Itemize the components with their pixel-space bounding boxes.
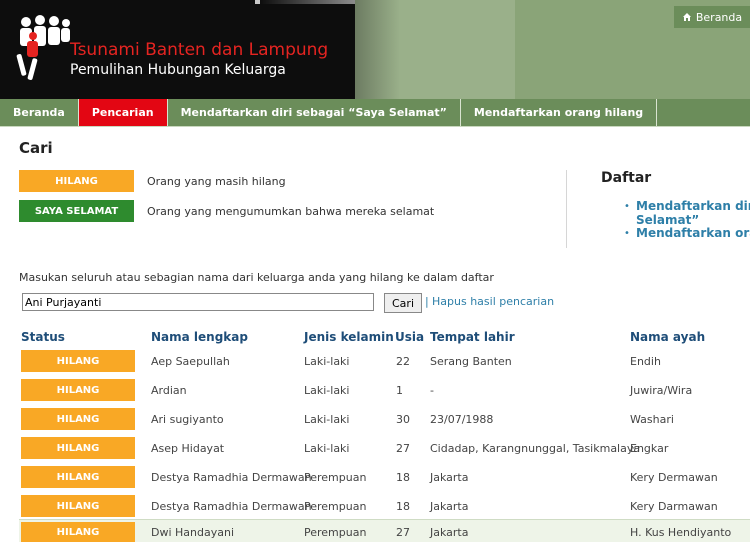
cell-name[interactable]: Dwi Handayani [151, 526, 234, 539]
site-header: Tsunami Banten dan Lampung Pemulihan Hub… [0, 0, 750, 99]
register-safe-link-line1: Mendaftarkan diri [636, 199, 750, 213]
cell-birthplace: Jakarta [430, 500, 469, 513]
site-title: Tsunami Banten dan Lampung [70, 40, 329, 60]
family-logo-icon [16, 15, 70, 80]
vertical-divider [566, 170, 567, 248]
column-header-status: Status [21, 330, 65, 344]
column-header-birthplace: Tempat lahir [430, 330, 515, 344]
home-icon [682, 13, 691, 21]
cell-gender: Laki-laki [304, 355, 350, 368]
nav-item-register-safe[interactable]: Mendaftarkan diri sebagai “Saya Selamat” [168, 99, 461, 126]
cell-name[interactable]: Asep Hidayat [151, 442, 224, 455]
cell-birthplace: Jakarta [430, 471, 469, 484]
nav-item-pencarian[interactable]: Pencarian [78, 99, 168, 126]
cell-birthplace: - [430, 384, 434, 397]
register-safe-link-line2: Selamat” [636, 213, 700, 227]
cell-age: 1 [396, 384, 403, 397]
cell-gender: Laki-laki [304, 413, 350, 426]
status-badge: HILANG [21, 350, 135, 372]
search-label: Masukan seluruh atau sebagian nama dari … [19, 271, 494, 284]
cell-age: 18 [396, 471, 410, 484]
table-row[interactable]: HILANG Aep Saepullah Laki-laki 22 Serang… [19, 348, 750, 376]
status-badge: HILANG [21, 437, 135, 459]
cell-gender: Perempuan [304, 526, 367, 539]
table-row[interactable]: HILANG Ardian Laki-laki 1 - Juwira/Wira [19, 377, 750, 405]
cell-name[interactable]: Ari sugiyanto [151, 413, 224, 426]
page-title: Cari [19, 139, 53, 157]
cell-father: Kery Darmawan [630, 500, 718, 513]
nav-item-register-missing[interactable]: Mendaftarkan orang hilang [461, 99, 658, 126]
cell-birthplace: Serang Banten [430, 355, 512, 368]
bullet-icon: • [624, 228, 630, 239]
cell-gender: Laki-laki [304, 384, 350, 397]
legend-hilang: HILANG Orang yang masih hilang [19, 170, 286, 192]
column-header-father: Nama ayah [630, 330, 706, 344]
cell-father: Kery Dermawan [630, 471, 718, 484]
cell-father: Juwira/Wira [630, 384, 693, 397]
search-input[interactable] [22, 293, 374, 311]
cell-age: 22 [396, 355, 410, 368]
column-header-age: Usia [395, 330, 425, 344]
home-link-top[interactable]: Beranda [674, 6, 750, 28]
table-row[interactable]: HILANG Destya Ramadhia Dermawan Perempua… [19, 464, 750, 492]
table-row[interactable]: HILANG Destya Ramadhia Dermawan Perempua… [19, 493, 750, 521]
cell-name[interactable]: Destya Ramadhia Dermawan [151, 500, 312, 513]
separator: | [425, 295, 429, 308]
cell-name[interactable]: Ardian [151, 384, 187, 397]
cell-birthplace: 23/07/1988 [430, 413, 494, 426]
clear-results-link[interactable]: Hapus hasil pencarian [432, 295, 554, 308]
search-button[interactable]: Cari [384, 293, 422, 313]
cell-father: Engkar [630, 442, 669, 455]
register-missing-link[interactable]: Mendaftarkan oran [636, 226, 750, 240]
cell-gender: Laki-laki [304, 442, 350, 455]
selamat-badge: SAYA SELAMAT [19, 200, 134, 222]
home-link-label: Beranda [695, 10, 743, 24]
register-safe-link[interactable]: Mendaftarkan diri Selamat” [636, 199, 750, 227]
nav-item-beranda[interactable]: Beranda [0, 99, 79, 126]
legend-description: Orang yang masih hilang [147, 174, 286, 188]
cell-gender: Perempuan [304, 500, 367, 513]
cell-age: 18 [396, 500, 410, 513]
cell-gender: Perempuan [304, 471, 367, 484]
cell-father: H. Kus Hendiyanto [630, 526, 732, 539]
cell-name[interactable]: Destya Ramadhia Dermawan [151, 471, 312, 484]
status-badge: HILANG [21, 408, 135, 430]
bullet-icon: • [624, 201, 630, 212]
cell-age: 27 [396, 442, 410, 455]
main-nav: Beranda Pencarian Mendaftarkan diri seba… [0, 99, 750, 127]
hilang-badge: HILANG [19, 170, 134, 192]
site-subtitle: Pemulihan Hubungan Keluarga [70, 62, 286, 78]
legend-description: Orang yang mengumumkan bahwa mereka sela… [147, 204, 435, 218]
status-badge: HILANG [21, 379, 135, 401]
status-badge: HILANG [21, 522, 135, 542]
cell-father: Washari [630, 413, 674, 426]
table-row[interactable]: HILANG Dwi Handayani Perempuan 27 Jakart… [19, 519, 750, 542]
status-badge: HILANG [21, 466, 135, 488]
cell-birthplace: Jakarta [430, 526, 469, 539]
cell-age: 30 [396, 413, 410, 426]
table-row[interactable]: HILANG Ari sugiyanto Laki-laki 30 23/07/… [19, 406, 750, 434]
cell-name[interactable]: Aep Saepullah [151, 355, 230, 368]
daftar-title: Daftar [601, 170, 652, 186]
table-row[interactable]: HILANG Asep Hidayat Laki-laki 27 Cidadap… [19, 435, 750, 463]
cell-father: Endih [630, 355, 661, 368]
cell-birthplace: Cidadap, Karangnunggal, Tasikmalaya [430, 442, 641, 455]
legend-selamat: SAYA SELAMAT Orang yang mengumumkan bahw… [19, 200, 434, 222]
status-badge: HILANG [21, 495, 135, 517]
column-header-gender: Jenis kelamin [304, 330, 394, 344]
cell-age: 27 [396, 526, 410, 539]
column-header-name: Nama lengkap [151, 330, 248, 344]
